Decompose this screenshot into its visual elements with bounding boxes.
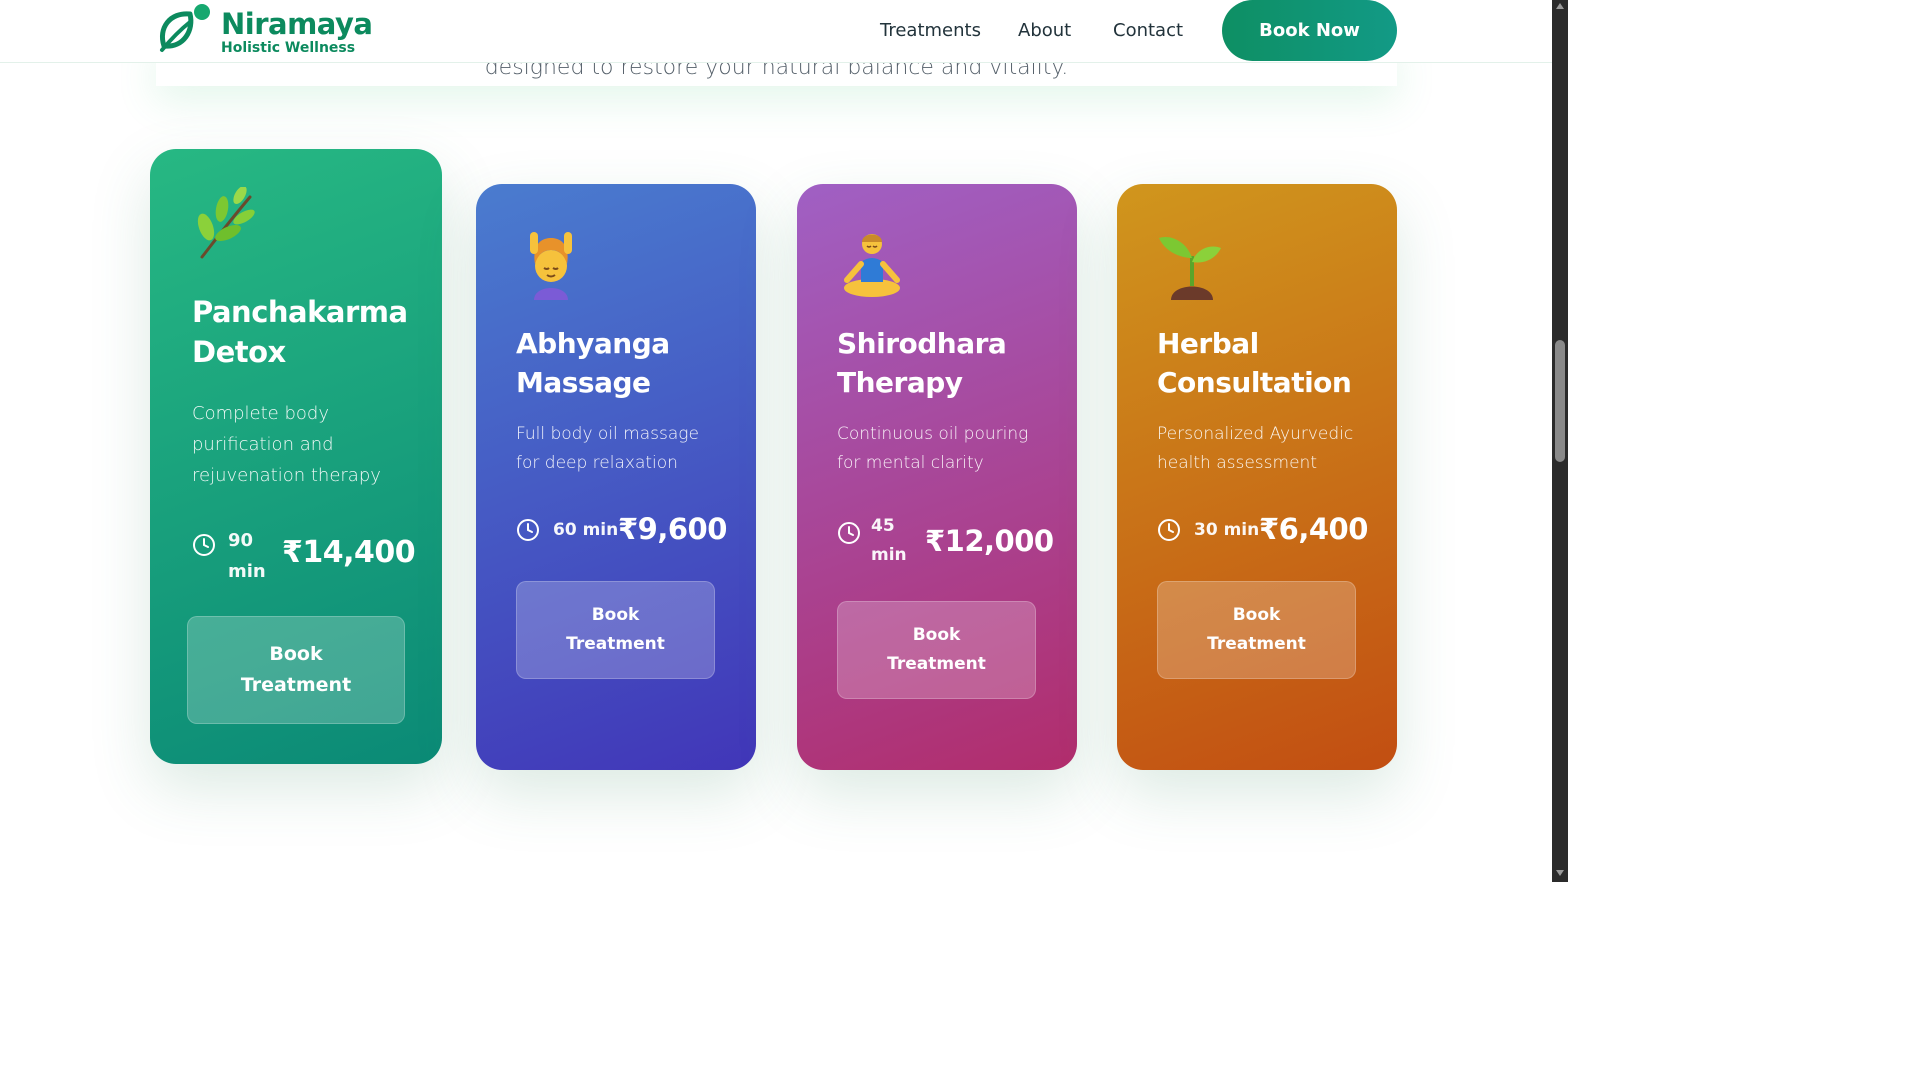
book-treatment-button[interactable]: Book Treatment bbox=[516, 581, 715, 679]
clock-icon bbox=[517, 519, 539, 541]
treatment-duration: 60 min bbox=[553, 520, 619, 540]
treatment-description: Complete body purification and rejuvenat… bbox=[192, 403, 381, 486]
page-scrollbar[interactable] bbox=[1552, 0, 1568, 882]
treatment-title: Panchakarma Detox bbox=[192, 295, 408, 369]
treatment-price: ₹12,000 bbox=[925, 524, 1054, 558]
treatment-meta: 60 min ₹9,600 bbox=[516, 512, 727, 554]
book-now-button[interactable]: Book Now bbox=[1222, 0, 1397, 61]
treatment-meta: 90 min ₹14,400 bbox=[192, 529, 416, 582]
treatment-price: ₹6,400 bbox=[1259, 512, 1368, 546]
nav-about[interactable]: About bbox=[1018, 19, 1071, 43]
treatment-title: Herbal Consultation bbox=[1157, 327, 1352, 399]
clock-icon bbox=[193, 534, 215, 556]
massage-icon bbox=[530, 232, 572, 300]
site-header: Niramaya Holistic Wellness Treatments Ab… bbox=[0, 0, 1552, 63]
meditation-icon bbox=[844, 234, 900, 297]
treatment-duration: 45 min bbox=[871, 516, 907, 565]
brand-tagline: Holistic Wellness bbox=[221, 40, 356, 56]
brand-name[interactable]: Niramaya bbox=[221, 6, 373, 42]
book-treatment-button[interactable]: Book Treatment bbox=[187, 616, 405, 724]
book-treatment-button[interactable]: Book Treatment bbox=[1157, 581, 1356, 679]
scroll-down-icon[interactable] bbox=[1556, 870, 1564, 876]
treatment-price: ₹9,600 bbox=[618, 512, 727, 546]
seedling-icon bbox=[1159, 236, 1221, 300]
treatment-title: Shirodhara Therapy bbox=[837, 327, 1007, 399]
treatment-description: Full body oil massage for deep relaxatio… bbox=[516, 424, 699, 473]
treatment-meta: 45 min ₹12,000 bbox=[837, 516, 1054, 565]
treatment-price: ₹14,400 bbox=[282, 535, 416, 570]
herb-icon bbox=[197, 187, 255, 259]
scrollbar-thumb[interactable] bbox=[1555, 340, 1565, 462]
treatment-card-herbal: Herbal Consultation Personalized Ayurved… bbox=[1117, 184, 1397, 770]
treatment-card-abhyanga: Abhyanga Massage Full body oil massage f… bbox=[476, 184, 756, 770]
treatment-description: Continuous oil pouring for mental clarit… bbox=[837, 424, 1029, 473]
treatment-meta: 30 min ₹6,400 bbox=[1157, 512, 1368, 554]
treatment-title: Abhyanga Massage bbox=[516, 327, 670, 399]
leaf-logo-icon[interactable] bbox=[156, 2, 212, 54]
treatment-description: Personalized Ayurvedic health assessment bbox=[1157, 424, 1354, 473]
clock-icon bbox=[838, 522, 860, 544]
scroll-up-icon[interactable] bbox=[1556, 3, 1564, 9]
treatment-card-shirodhara: Shirodhara Therapy Continuous oil pourin… bbox=[797, 184, 1077, 770]
treatment-card-panchakarma: Panchakarma Detox Complete body purifica… bbox=[150, 149, 442, 764]
clock-icon bbox=[1158, 519, 1180, 541]
treatment-duration: 90 min bbox=[228, 530, 266, 582]
treatment-duration: 30 min bbox=[1194, 520, 1260, 540]
nav-treatments[interactable]: Treatments bbox=[880, 19, 981, 43]
nav-contact[interactable]: Contact bbox=[1113, 19, 1183, 43]
book-treatment-button[interactable]: Book Treatment bbox=[837, 601, 1036, 699]
